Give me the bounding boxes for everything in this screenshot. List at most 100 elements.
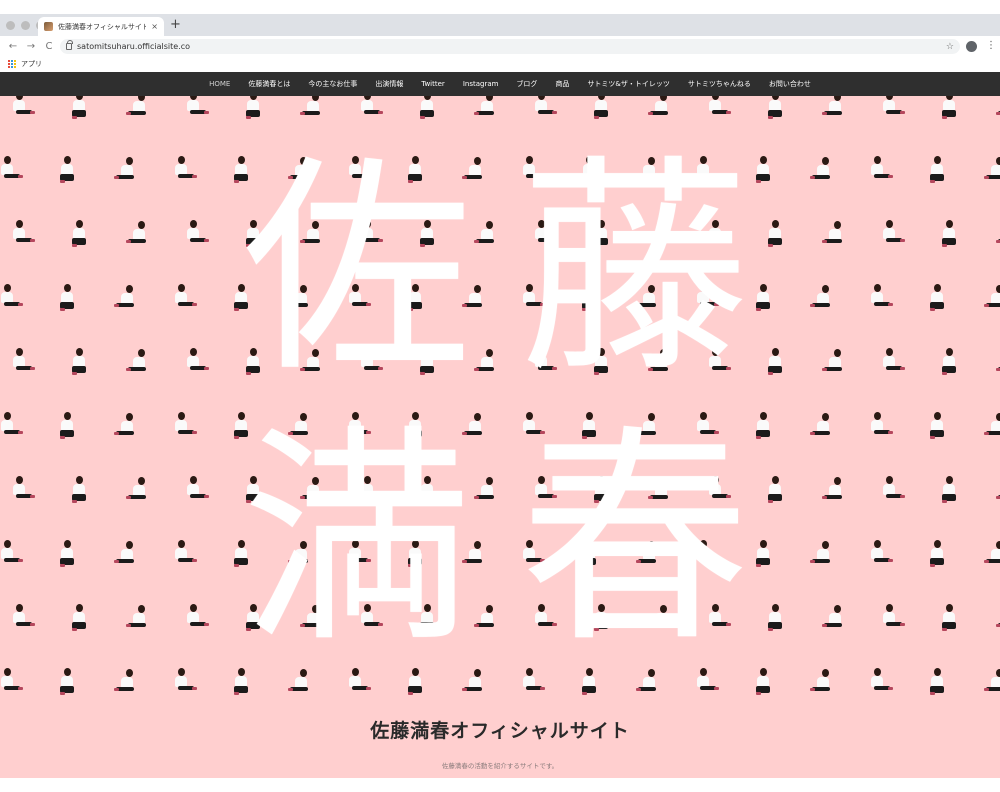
person-figure: [982, 284, 1000, 314]
person-figure: [750, 540, 778, 570]
apps-grid-icon[interactable]: [8, 59, 17, 69]
person-figure: [762, 348, 790, 378]
bookmark-apps[interactable]: アプリ: [21, 59, 42, 69]
person-figure: [112, 412, 140, 442]
person-figure: [54, 668, 82, 698]
person-figure: [936, 348, 964, 378]
hero-section: 佐 藤 満 春 佐藤満春オフィシャルサイト 佐藤満春の活動を紹介するサイトです。: [0, 96, 1000, 778]
lock-icon: [66, 40, 73, 50]
person-figure: [0, 156, 24, 186]
person-figure: [820, 96, 848, 122]
person-figure: [936, 604, 964, 634]
person-figure: [8, 348, 36, 378]
url-text[interactable]: satomitsuharu.officialsite.co: [77, 42, 941, 51]
person-figure: [472, 220, 500, 250]
person-figure: [924, 668, 952, 698]
person-figure: [54, 156, 82, 186]
person-figure: [820, 604, 848, 634]
browser-tab[interactable]: 佐藤満春オフィシャルサイト ×: [38, 17, 164, 36]
person-figure: [54, 284, 82, 314]
person-figure: [924, 412, 952, 442]
reload-icon[interactable]: C: [44, 41, 54, 52]
person-figure: [878, 220, 906, 250]
person-figure: [762, 604, 790, 634]
nav-item-twitter[interactable]: Twitter: [412, 80, 453, 88]
person-figure: [170, 284, 198, 314]
nav-item-work[interactable]: 今の主なお仕事: [299, 79, 366, 89]
person-figure: [994, 348, 1000, 378]
nav-item-about[interactable]: 佐藤満春とは: [239, 79, 299, 89]
nav-item-toilets[interactable]: サトミツ&ザ・トイレッツ: [578, 79, 678, 89]
new-tab-button[interactable]: +: [170, 17, 181, 33]
close-window-icon[interactable]: [6, 21, 15, 30]
nav-item-instagram[interactable]: Instagram: [454, 80, 508, 88]
person-figure: [414, 96, 442, 122]
site-navigation: HOME 佐藤満春とは 今の主なお仕事 出演情報 Twitter Instagr…: [0, 72, 1000, 96]
person-figure: [936, 96, 964, 122]
bookmark-star-icon[interactable]: ☆: [946, 42, 954, 52]
person-figure: [878, 604, 906, 634]
person-figure: [112, 284, 140, 314]
person-figure: [878, 96, 906, 122]
bookmarks-bar: アプリ: [0, 57, 1000, 71]
person-figure: [112, 668, 140, 698]
person-figure: [994, 96, 1000, 122]
person-figure: [182, 604, 210, 634]
nav-item-contact[interactable]: お問い合わせ: [760, 79, 820, 89]
browser-menu-icon[interactable]: ⋮: [986, 39, 996, 53]
person-figure: [298, 96, 326, 122]
person-figure: [472, 476, 500, 506]
person-figure: [182, 348, 210, 378]
forward-icon[interactable]: →: [26, 41, 36, 52]
person-figure: [866, 284, 894, 314]
person-figure: [924, 156, 952, 186]
person-figure: [982, 540, 1000, 570]
account-icon[interactable]: [966, 41, 977, 52]
address-bar[interactable]: satomitsuharu.officialsite.co ☆: [60, 39, 960, 54]
person-figure: [704, 96, 732, 122]
tab-strip: 佐藤満春オフィシャルサイト × +: [0, 14, 1000, 36]
nav-item-home[interactable]: HOME: [200, 80, 239, 88]
person-figure: [472, 604, 500, 634]
person-figure: [0, 412, 24, 442]
person-figure: [356, 96, 384, 122]
person-figure: [8, 604, 36, 634]
person-figure: [112, 156, 140, 186]
favicon-icon: [44, 22, 53, 31]
person-figure: [66, 220, 94, 250]
person-figure: [750, 668, 778, 698]
hero-kanji-mitsu: 満: [242, 407, 473, 674]
person-figure: [866, 156, 894, 186]
person-figure: [808, 668, 836, 698]
nav-item-appearances[interactable]: 出演情報: [366, 79, 412, 89]
person-figure: [866, 540, 894, 570]
hero-kanji-sa: 佐: [242, 137, 473, 404]
nav-item-channel[interactable]: サトミツちゃんねる: [679, 79, 760, 89]
person-figure: [982, 412, 1000, 442]
person-figure: [750, 412, 778, 442]
person-figure: [112, 540, 140, 570]
back-icon[interactable]: ←: [8, 41, 18, 52]
person-figure: [994, 220, 1000, 250]
person-figure: [878, 348, 906, 378]
person-figure: [808, 156, 836, 186]
hero-kanji-haru: 春: [520, 407, 751, 674]
person-figure: [646, 96, 674, 122]
person-figure: [8, 476, 36, 506]
person-figure: [866, 412, 894, 442]
person-figure: [750, 284, 778, 314]
person-figure: [124, 604, 152, 634]
person-figure: [66, 604, 94, 634]
person-figure: [66, 96, 94, 122]
person-figure: [182, 96, 210, 122]
person-figure: [0, 540, 24, 570]
nav-item-blog[interactable]: ブログ: [507, 79, 546, 89]
tab-close-icon[interactable]: ×: [151, 22, 158, 31]
site-title: 佐藤満春オフィシャルサイト: [370, 720, 630, 742]
nav-item-products[interactable]: 商品: [546, 79, 578, 89]
person-figure: [762, 96, 790, 122]
person-pattern-background: [0, 96, 1000, 695]
site-description: 佐藤満春の活動を紹介するサイトです。: [441, 762, 559, 770]
minimize-window-icon[interactable]: [21, 21, 30, 30]
person-figure: [124, 476, 152, 506]
